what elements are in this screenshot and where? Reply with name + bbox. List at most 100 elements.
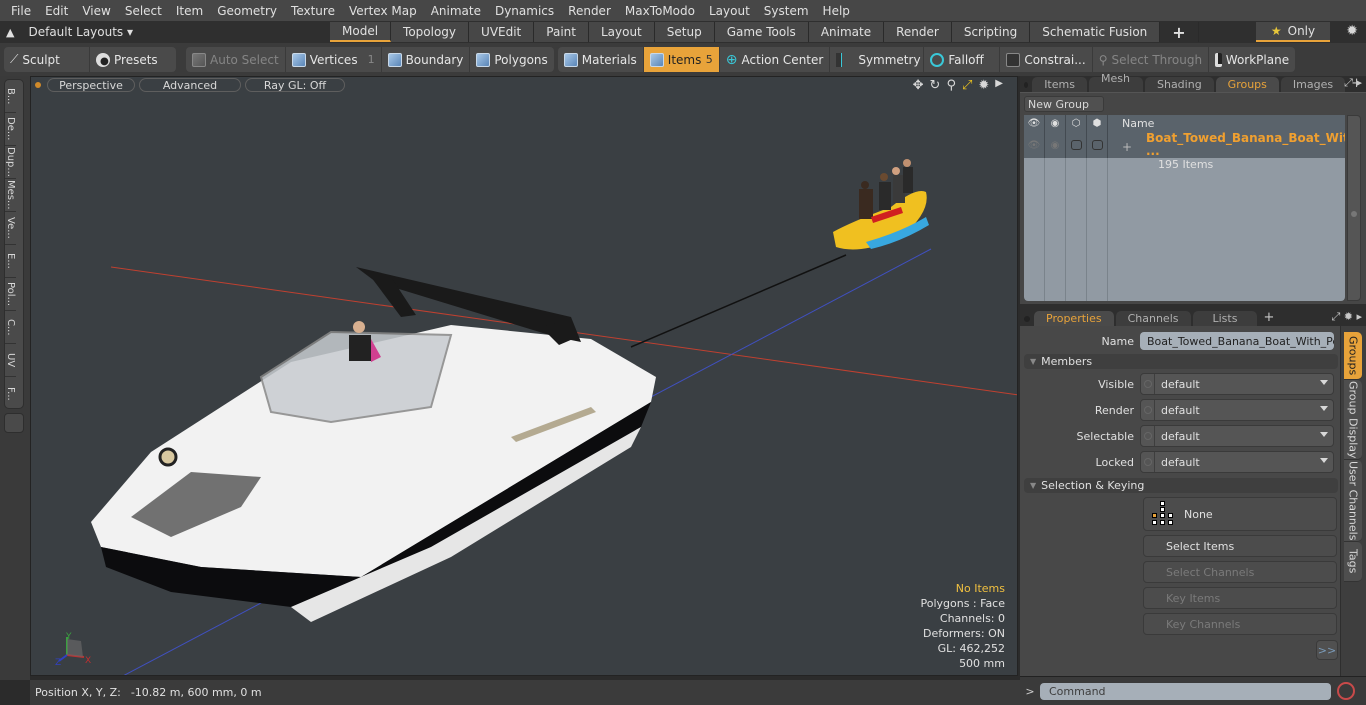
tab-topology[interactable]: Topology [391, 22, 470, 42]
key-items-button[interactable]: Key Items [1143, 587, 1337, 609]
viewport-menu-dot[interactable] [35, 82, 41, 88]
locked-dropdown[interactable]: default [1140, 451, 1334, 473]
select-channels-button[interactable]: Select Channels [1143, 561, 1337, 583]
menu-layout[interactable]: Layout [702, 4, 757, 18]
layouts-dropdown[interactable]: ▲ Default Layouts ▾ [0, 21, 330, 43]
visible-dropdown[interactable]: default [1140, 373, 1334, 395]
left-tab-edge[interactable]: E... [5, 245, 16, 278]
menu-item[interactable]: Item [169, 4, 210, 18]
left-tab-deform[interactable]: De... [5, 113, 16, 146]
render-header-icon[interactable]: ◉ [1045, 115, 1066, 132]
lock-header-icon[interactable]: ⬡ [1066, 115, 1087, 132]
tab-model[interactable]: Model [330, 22, 392, 42]
visibility-header-icon[interactable]: 👁 [1024, 115, 1045, 132]
new-group-button[interactable]: New Group [1024, 96, 1104, 112]
groups-scrollbar[interactable] [1347, 115, 1361, 301]
materials-button[interactable]: Materials [558, 47, 644, 72]
select-through-button[interactable]: ⚲ Select Through [1093, 47, 1210, 72]
presets-button[interactable]: Presets [90, 47, 176, 72]
add-props-tab-icon[interactable]: + [1263, 310, 1274, 325]
side-tab-user-channels[interactable]: User Channels [1344, 460, 1362, 542]
zoom-icon[interactable]: ⚲ [946, 78, 956, 93]
none-button[interactable]: None [1143, 497, 1337, 531]
group-row[interactable]: 👁 ◉ + Boat_Towed_Banana_Boat_Wit ... 195… [1024, 132, 1345, 171]
perspective-button[interactable]: Perspective [47, 78, 135, 92]
menu-edit[interactable]: Edit [38, 4, 75, 18]
tab-game-tools[interactable]: Game Tools [714, 22, 809, 42]
select-header-icon[interactable]: ⬢ [1087, 115, 1108, 132]
left-tab-vertex[interactable]: Ve... [5, 212, 16, 245]
menu-system[interactable]: System [757, 4, 816, 18]
tab-groups[interactable]: Groups [1215, 77, 1279, 92]
sculpt-button[interactable]: ⟋ Sculpt [4, 47, 90, 72]
symmetry-button[interactable]: Symmetry [830, 47, 925, 72]
tab-schematic-fusion[interactable]: Schematic Fusion [1030, 22, 1161, 42]
vertices-button[interactable]: Vertices 1 [286, 47, 382, 72]
gear-icon[interactable]: ✹ [1346, 23, 1358, 39]
menu-geometry[interactable]: Geometry [210, 4, 284, 18]
tab-render[interactable]: Render [884, 22, 952, 42]
menu-help[interactable]: Help [816, 4, 857, 18]
menu-animate[interactable]: Animate [424, 4, 488, 18]
left-tab-uv[interactable]: UV [5, 344, 16, 377]
falloff-button[interactable]: Falloff [924, 47, 1001, 72]
menu-texture[interactable]: Texture [284, 4, 342, 18]
only-toggle[interactable]: ★ Only [1256, 22, 1330, 42]
pan-icon[interactable]: ✥ [913, 78, 924, 93]
left-tab-fusion[interactable]: F... [5, 377, 16, 410]
constraints-button[interactable]: Constrai... [1000, 47, 1093, 72]
advanced-button[interactable]: Advanced [139, 78, 241, 92]
tab-items[interactable]: Items [1032, 77, 1087, 92]
tab-layout[interactable]: Layout [588, 22, 655, 42]
tab-mesh[interactable]: Mesh ... [1088, 72, 1143, 98]
side-tab-group-display[interactable]: Group Display [1344, 380, 1362, 460]
left-tab-duplicate[interactable]: Dup... [5, 146, 16, 179]
command-input[interactable]: Command [1040, 682, 1331, 700]
left-tab-polygon[interactable]: Pol... [5, 278, 16, 311]
row-select-toggle[interactable] [1087, 132, 1108, 158]
more-button[interactable]: >> [1316, 640, 1338, 660]
add-tab-button[interactable]: + [1160, 22, 1199, 42]
props-menu-dot[interactable] [1024, 316, 1030, 322]
tab-paint[interactable]: Paint [534, 22, 589, 42]
tab-uvedit[interactable]: UVEdit [469, 22, 535, 42]
menu-dynamics[interactable]: Dynamics [488, 4, 561, 18]
menu-view[interactable]: View [75, 4, 117, 18]
maximize-icon[interactable]: ⤢ [962, 78, 972, 93]
members-section[interactable]: ▼ Members [1024, 354, 1338, 369]
record-icon[interactable] [1337, 682, 1355, 700]
left-tab-mesh-edit[interactable]: Mes... [5, 179, 16, 212]
action-center-button[interactable]: ⊕ Action Center [720, 47, 831, 72]
row-visibility-icon[interactable]: 👁 [1024, 132, 1045, 158]
tab-setup[interactable]: Setup [654, 22, 715, 42]
collapse-up-icon[interactable]: ▲ [6, 26, 14, 39]
selection-keying-section[interactable]: ▼ Selection & Keying [1024, 478, 1338, 493]
tab-channels[interactable]: Channels [1115, 311, 1191, 326]
row-render-icon[interactable]: ◉ [1045, 132, 1066, 158]
tab-animate[interactable]: Animate [808, 22, 885, 42]
polygons-button[interactable]: Polygons [470, 47, 553, 72]
menu-render[interactable]: Render [561, 4, 618, 18]
row-lock-toggle[interactable] [1066, 132, 1087, 158]
left-tab-curve[interactable]: C... [5, 311, 16, 344]
3d-viewport[interactable]: Y X Z Perspective Advanced Ray GL: Off ✥… [30, 76, 1018, 676]
viewport-gear-icon[interactable]: ✹ [978, 78, 989, 93]
menu-maxtomodo[interactable]: MaxToModo [618, 4, 702, 18]
tab-images[interactable]: Images [1280, 77, 1346, 92]
left-extra-button[interactable] [4, 413, 24, 433]
props-expand-icon[interactable]: ⤢ ✹ ▸ [1331, 310, 1362, 324]
menu-file[interactable]: File [4, 4, 38, 18]
tab-scripting[interactable]: Scripting [951, 22, 1031, 42]
name-input[interactable]: Boat_Towed_Banana_Boat_With_Peo [1140, 332, 1334, 350]
panel-menu-dot[interactable] [1024, 82, 1029, 88]
tab-lists[interactable]: Lists [1192, 311, 1258, 326]
raygl-button[interactable]: Ray GL: Off [245, 78, 345, 92]
selectable-dropdown[interactable]: default [1140, 425, 1334, 447]
tab-properties[interactable]: Properties [1034, 311, 1114, 326]
side-tab-tags[interactable]: Tags [1344, 542, 1362, 582]
menu-vertex-map[interactable]: Vertex Map [342, 4, 424, 18]
rotate-icon[interactable]: ↻ [930, 78, 941, 93]
viewport-arrow-icon[interactable]: ▶ [995, 78, 1003, 93]
auto-select-button[interactable]: Auto Select [186, 47, 286, 72]
side-tab-groups[interactable]: Groups [1344, 332, 1362, 380]
